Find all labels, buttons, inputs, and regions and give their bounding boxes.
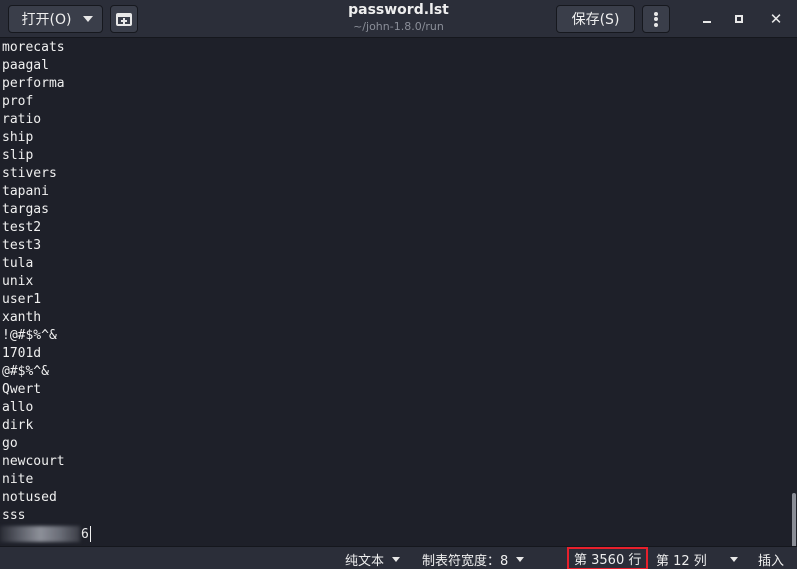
text-line: ratio xyxy=(2,112,42,127)
text-editor-area[interactable]: morecats paagal performa prof ratio ship slip s… xyxy=(0,38,797,546)
tab-width-label: 制表符宽度：8 xyxy=(422,553,509,569)
document-title: password.lst xyxy=(348,2,449,18)
minimize-icon xyxy=(703,21,711,23)
text-line: test3 xyxy=(2,238,42,253)
title-area: password.lst ~/john-1.8.0/run xyxy=(300,2,497,35)
text-line: tapani xyxy=(2,184,49,199)
current-line-tail: 6 xyxy=(81,526,89,542)
text-line: sss xyxy=(2,508,26,523)
text-line: slip xyxy=(2,148,34,163)
vertical-scrollbar[interactable] xyxy=(792,493,796,546)
close-icon: ✕ xyxy=(769,10,783,28)
chevron-down-icon xyxy=(83,16,94,22)
vertical-dots-menu-icon xyxy=(654,10,658,28)
maximize-button[interactable] xyxy=(729,9,749,29)
text-line: @#$%^& xyxy=(2,364,49,379)
language-label: 纯文本 xyxy=(345,553,385,569)
text-line: test2 xyxy=(2,220,42,235)
chevron-down-icon xyxy=(730,556,738,562)
position-menu-button[interactable] xyxy=(722,550,738,568)
text-line: newcourt xyxy=(2,454,65,469)
language-selector[interactable]: 纯文本 xyxy=(345,550,401,569)
text-line: ship xyxy=(2,130,34,145)
text-line: paagal xyxy=(2,58,49,73)
new-tab-icon xyxy=(116,13,132,26)
text-line: performa xyxy=(2,76,65,91)
status-bar: 纯文本 制表符宽度：8 第 3560 行 第 12 列 插入 xyxy=(0,546,797,569)
text-line: !@#$%^& xyxy=(2,328,57,343)
text-cursor xyxy=(89,526,91,542)
text-lines: morecats paagal performa prof ratio ship slip s… xyxy=(2,39,65,525)
text-line: notused xyxy=(2,490,57,505)
close-button[interactable]: ✕ xyxy=(766,9,786,29)
text-line: nite xyxy=(2,472,34,487)
text-line: xanth xyxy=(2,310,42,325)
text-line: allo xyxy=(2,400,34,415)
menu-button[interactable] xyxy=(642,5,670,33)
text-line: tula xyxy=(2,256,34,271)
minimize-button[interactable] xyxy=(697,9,717,29)
text-line: unix xyxy=(2,274,34,289)
maximize-icon xyxy=(735,15,743,23)
chevron-down-icon xyxy=(392,556,401,562)
insert-mode-indicator[interactable]: 插入 xyxy=(758,550,784,569)
text-line: go xyxy=(2,436,18,451)
tab-width-selector[interactable]: 制表符宽度：8 xyxy=(422,550,525,569)
redacted-text xyxy=(0,526,80,542)
save-button[interactable]: 保存(S) xyxy=(556,5,635,33)
open-button[interactable]: 打开(O) xyxy=(8,5,103,33)
column-indicator: 第 12 列 xyxy=(656,553,707,569)
document-path: ~/john-1.8.0/run xyxy=(353,20,444,33)
header-bar: 打开(O) password.lst ~/john-1.8.0/run 保存(S… xyxy=(0,0,797,38)
text-line: stivers xyxy=(2,166,57,181)
line-indicator: 第 3560 行 xyxy=(567,547,649,569)
text-line: Qwert xyxy=(2,382,42,397)
new-document-button[interactable] xyxy=(110,5,138,33)
text-line: 1701d xyxy=(2,346,42,361)
text-line: targas xyxy=(2,202,49,217)
text-line: dirk xyxy=(2,418,34,433)
text-line: morecats xyxy=(2,40,65,55)
text-line: user1 xyxy=(2,292,42,307)
current-line: 6 xyxy=(0,525,91,543)
open-button-label: 打开(O) xyxy=(21,12,72,28)
text-line: prof xyxy=(2,94,34,109)
chevron-down-icon xyxy=(516,556,525,562)
